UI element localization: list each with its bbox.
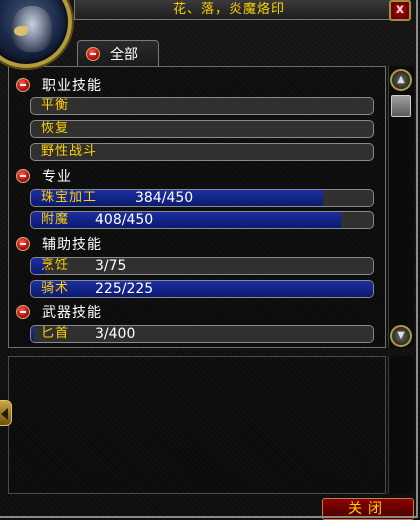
skill-value: 3/75 — [95, 258, 127, 274]
category-secondary-skills[interactable]: 辅助技能 — [12, 234, 372, 254]
scroll-up-arrow-icon[interactable]: ▲ — [390, 69, 412, 91]
skill-name: 野性战斗 — [41, 144, 98, 159]
close-icon[interactable]: x — [389, 0, 411, 21]
skill-row[interactable]: 珠宝加工 384/450 — [30, 189, 374, 207]
skill-bar-fill — [31, 281, 373, 297]
category-class-skills[interactable]: 职业技能 — [12, 75, 372, 95]
skill-bar-fill — [31, 326, 34, 342]
scroll-thumb[interactable] — [391, 95, 411, 117]
minus-icon[interactable] — [16, 305, 30, 319]
category-weapon-skills[interactable]: 武器技能 — [12, 302, 372, 322]
chevron-left-icon[interactable] — [0, 400, 12, 426]
skill-row[interactable]: 烹饪 3/75 — [30, 257, 374, 275]
skill-name: 匕首 — [41, 326, 70, 341]
tab-label: 全部 — [110, 47, 138, 63]
skill-name: 珠宝加工 — [41, 190, 98, 205]
skill-name: 烹饪 — [41, 258, 70, 273]
skill-row[interactable]: 匕首 3/400 — [30, 325, 374, 343]
category-label: 武器技能 — [42, 305, 102, 321]
category-professions[interactable]: 专业 — [12, 166, 372, 186]
window-title: 花、落，炎魔烙印 — [172, 2, 285, 17]
category-label: 专业 — [42, 169, 72, 185]
minus-icon[interactable] — [86, 47, 100, 61]
portrait-beak — [14, 26, 28, 36]
skill-row[interactable]: 平衡 — [30, 97, 374, 115]
skill-row[interactable]: 骑术 225/225 — [30, 280, 374, 298]
skill-value: 384/450 — [135, 190, 194, 206]
description-scrollbar[interactable] — [388, 356, 414, 494]
close-button[interactable]: 关闭 — [322, 498, 414, 520]
skill-row[interactable]: 恢复 — [30, 120, 374, 138]
skill-row[interactable]: 野性战斗 — [30, 143, 374, 161]
minus-icon[interactable] — [16, 169, 30, 183]
minus-icon[interactable] — [16, 237, 30, 251]
skill-name: 骑术 — [41, 281, 70, 296]
skill-name: 平衡 — [41, 98, 70, 113]
skill-bar-fill — [31, 212, 342, 228]
tab-all[interactable]: 全部 — [77, 40, 159, 66]
skill-value: 225/225 — [95, 281, 154, 297]
skill-name: 恢复 — [41, 121, 70, 136]
skill-name: 附魔 — [41, 212, 70, 227]
skill-value: 408/450 — [95, 212, 154, 228]
skill-row[interactable]: 附魔 408/450 — [30, 211, 374, 229]
skill-description-panel — [8, 356, 386, 494]
scroll-down-arrow-icon[interactable]: ▼ — [390, 325, 412, 347]
minus-icon[interactable] — [16, 78, 30, 92]
category-label: 职业技能 — [42, 78, 102, 94]
category-label: 辅助技能 — [42, 237, 102, 253]
skill-value: 3/400 — [95, 326, 136, 342]
